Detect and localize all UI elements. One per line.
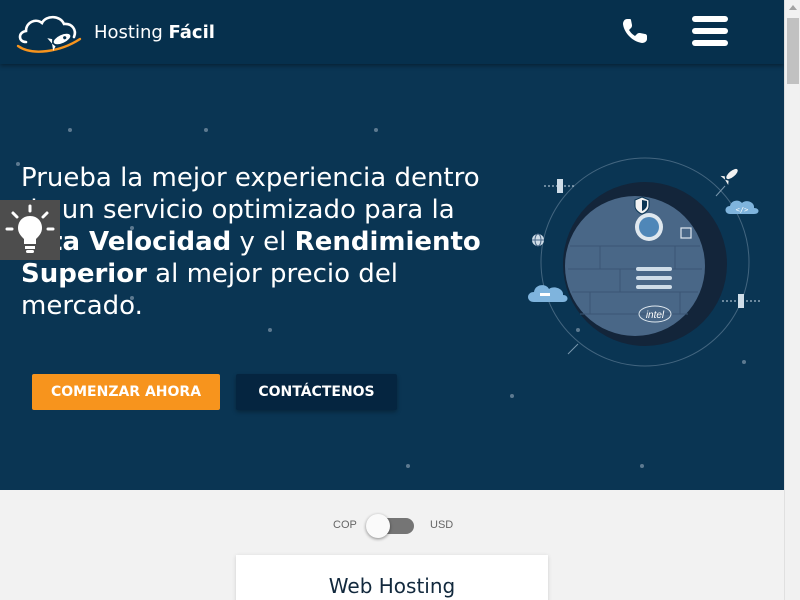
globe-icon — [532, 233, 544, 247]
star-decoration — [510, 394, 514, 398]
hero-headline: Prueba la mejor experiencia dentro de un… — [21, 162, 501, 322]
star-decoration — [406, 464, 410, 468]
headline-text-2: y el — [231, 227, 295, 257]
server-planet-illustration: intel </> — [528, 157, 760, 367]
brand-name[interactable]: Hosting Fácil — [94, 22, 215, 43]
cloud-server-icon — [528, 285, 568, 302]
scroll-up-arrow-icon[interactable] — [789, 5, 797, 10]
star-decoration — [640, 464, 644, 468]
lightbulb-icon — [5, 204, 55, 253]
vertical-scrollbar[interactable] — [784, 0, 800, 600]
currency-cop-label: COP — [333, 519, 357, 531]
brand-name-bold: Fácil — [168, 22, 215, 43]
shield-icon — [634, 196, 650, 215]
satellite-icon — [722, 294, 760, 308]
menu-bar — [692, 40, 728, 46]
hero-section: Prueba la mejor experiencia dentro de un… — [0, 64, 784, 490]
star-decoration — [68, 128, 72, 132]
accessibility-toggle[interactable] — [0, 200, 60, 260]
star-decoration — [268, 328, 272, 332]
svg-text:</>: </> — [736, 206, 749, 214]
currency-toggle[interactable] — [366, 514, 414, 538]
plan-card: Web Hosting — [236, 555, 548, 600]
top-navbar: Hosting Fácil — [0, 0, 784, 64]
brand-name-light: Hosting — [94, 22, 169, 43]
svg-text:intel: intel — [646, 310, 665, 321]
currency-usd-label: USD — [430, 519, 454, 531]
toggle-knob[interactable] — [366, 514, 390, 538]
cloud-rocket-logo-icon[interactable] — [14, 12, 84, 56]
rocket-icon — [720, 168, 738, 186]
hamburger-menu-icon[interactable] — [692, 16, 728, 48]
start-now-button[interactable]: COMENZAR AHORA — [32, 374, 220, 410]
pricing-section: COP USD Web Hosting — [0, 490, 784, 600]
scroll-thumb[interactable] — [787, 18, 799, 84]
plan-card-title: Web Hosting — [328, 574, 456, 598]
star-decoration — [374, 128, 378, 132]
headline-text-1: Prueba la mejor experiencia dentro de un… — [21, 163, 480, 225]
phone-icon[interactable] — [620, 16, 650, 46]
star-decoration — [16, 162, 20, 166]
menu-bar — [692, 16, 728, 22]
contact-button[interactable]: CONTÁCTENOS — [236, 374, 397, 410]
star-decoration — [204, 128, 208, 132]
menu-bar — [692, 28, 728, 34]
satellite-icon — [544, 179, 576, 193]
